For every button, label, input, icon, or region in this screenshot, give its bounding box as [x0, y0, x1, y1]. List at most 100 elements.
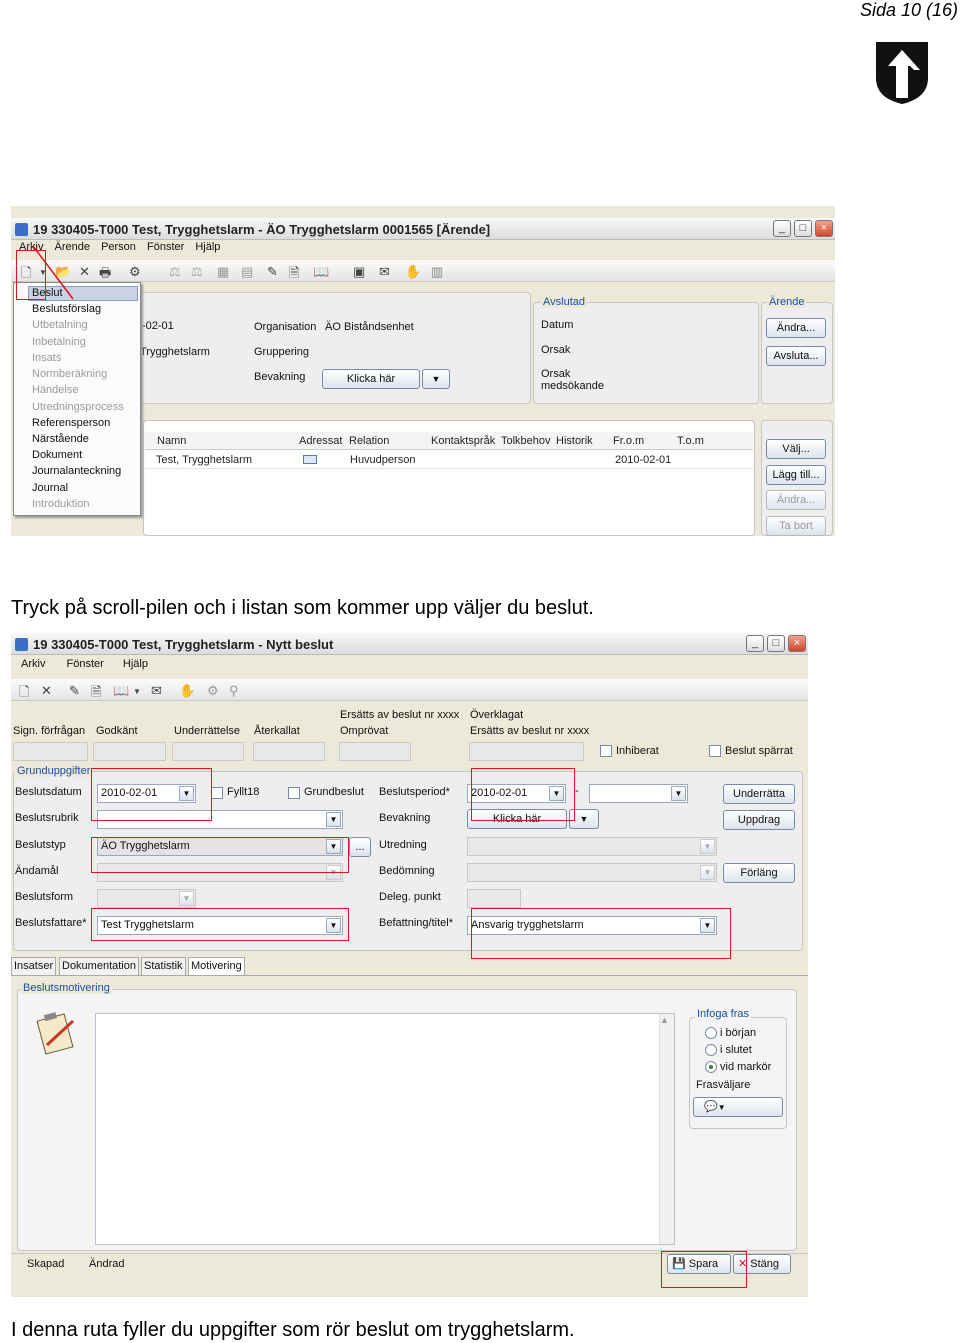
menu-item-introduktion[interactable]: Introduktion — [32, 498, 89, 510]
maximize-icon[interactable]: □ — [767, 635, 785, 652]
handshake-icon[interactable]: ✋ — [179, 683, 195, 699]
aterkallat-label: Återkallat — [254, 725, 300, 737]
ersatts-av-2-label: Ersätts av beslut nr xxxx — [470, 725, 590, 737]
app-icon — [15, 638, 28, 651]
beslutstyp-browse-button[interactable]: ... — [349, 837, 371, 857]
tab-dokumentation[interactable]: Dokumentation — [59, 957, 139, 975]
ersatts-av-2-field — [469, 742, 584, 761]
lagg-till-button[interactable]: Lägg till... — [766, 465, 826, 485]
close-icon[interactable]: × — [788, 635, 806, 652]
screenshot-arende-window: 19 330405-T000 Test, Trygghetslarm - ÄO … — [11, 206, 835, 536]
menu-item-narstaende[interactable]: Närstående — [32, 433, 89, 445]
menu-item-beslutsforslag[interactable]: Beslutsförslag — [32, 303, 101, 315]
beslut-sparrat-checkbox[interactable] — [709, 745, 721, 757]
grid-icon[interactable]: ▦ — [217, 264, 229, 280]
chevron-down-icon[interactable]: ▼ — [671, 786, 686, 801]
menu-fonster[interactable]: Fönster — [147, 241, 184, 253]
avsluta-button[interactable]: Avsluta... — [766, 346, 826, 366]
handshake-icon[interactable]: ✋ — [405, 264, 421, 280]
close-icon[interactable]: × — [815, 220, 833, 237]
envelope-icon[interactable]: ✉ — [379, 264, 390, 280]
frasvaljare-button[interactable]: 💬▼ — [693, 1097, 783, 1117]
ta-bort-button[interactable]: Ta bort — [766, 516, 826, 536]
edit-icon[interactable]: ✎ — [267, 264, 278, 280]
fyllt18-checkbox[interactable] — [211, 787, 223, 799]
chevron-down-icon[interactable]: ▼ — [700, 865, 715, 880]
menu-item-journalanteckning[interactable]: Journalanteckning — [32, 465, 121, 477]
new-document-icon[interactable]: 🗋 — [19, 683, 29, 705]
book-icon[interactable]: 📖 — [313, 264, 329, 280]
highlight-arrow — [32, 245, 74, 300]
highlight-beslutstyp — [91, 837, 349, 873]
col-adressat[interactable]: Adressat — [299, 435, 342, 447]
radio-i-borjan[interactable] — [705, 1027, 717, 1039]
textarea-scrollbar[interactable] — [659, 1014, 674, 1244]
maximize-icon[interactable]: □ — [794, 220, 812, 237]
radio-vid-markor[interactable] — [705, 1061, 717, 1073]
page-icon[interactable]: 🗎 — [91, 683, 101, 705]
window-title-2: 19 330405-T000 Test, Trygghetslarm - Nyt… — [11, 633, 808, 655]
col-namn[interactable]: Namn — [157, 435, 186, 447]
tab-statistik[interactable]: Statistik — [141, 957, 186, 975]
chevron-down-icon[interactable]: ▼ — [326, 812, 341, 827]
tools-icon[interactable]: ⚙ — [129, 264, 141, 280]
uppdrag-button[interactable]: Uppdrag — [723, 810, 795, 830]
grundbeslut-checkbox[interactable] — [288, 787, 300, 799]
menu-item-referensperson[interactable]: Referensperson — [32, 417, 110, 429]
gear-icon[interactable]: ⚙ — [207, 683, 219, 699]
col-historik[interactable]: Historik — [556, 435, 593, 447]
menu-item-journal[interactable]: Journal — [32, 482, 68, 494]
chevron-down-icon[interactable]: ▼ — [133, 687, 141, 696]
municipal-shield-logo-icon — [876, 42, 928, 104]
radio-i-slutet[interactable] — [705, 1044, 717, 1056]
menu-arkiv[interactable]: Arkiv — [21, 658, 45, 670]
scroll-up-icon[interactable]: ▲ — [660, 1015, 669, 1025]
book-icon[interactable]: 📖 — [113, 683, 129, 699]
person-icon[interactable]: ⚲ — [229, 683, 239, 699]
delete-icon[interactable]: ✕ — [41, 683, 52, 699]
orsak-medsokande-label: Orsak medsökande — [541, 368, 604, 392]
menu-hjalp[interactable]: Hjälp — [123, 658, 148, 670]
underrattelse-field — [172, 742, 244, 761]
scale-icon[interactable]: ⚖ — [169, 264, 181, 280]
klicka-har-button[interactable]: Klicka här — [322, 369, 420, 389]
forlang-button[interactable]: Förläng — [723, 863, 795, 883]
andra-disabled-button[interactable]: Ändra... — [766, 490, 826, 510]
col-tolkbehov[interactable]: Tolkbehov — [501, 435, 551, 447]
valj-button[interactable]: Välj... — [766, 439, 826, 459]
tab-motivering[interactable]: Motivering — [188, 957, 245, 975]
list-icon[interactable]: ▤ — [241, 264, 253, 280]
beslutsperiod-to-field[interactable]: ▼ — [589, 784, 688, 803]
menu-item-normberakning[interactable]: Normberäkning — [32, 368, 107, 380]
col-tom[interactable]: T.o.m — [677, 435, 704, 447]
chevron-down-icon[interactable]: ▼ — [179, 891, 194, 906]
minimize-icon[interactable]: _ — [746, 635, 764, 652]
andra-button[interactable]: Ändra... — [766, 318, 826, 338]
beslutsdatum-label: Beslutsdatum — [15, 786, 82, 798]
minimize-icon[interactable]: _ — [773, 220, 791, 237]
col-relation[interactable]: Relation — [349, 435, 389, 447]
motivering-textarea[interactable] — [95, 1013, 675, 1245]
menu-item-utbetalning[interactable]: Utbetalning — [32, 319, 88, 331]
menu-item-utredningsprocess[interactable]: Utredningsprocess — [32, 401, 124, 413]
scale2-icon[interactable]: ⚖ — [191, 264, 203, 280]
menu-item-handelse[interactable]: Händelse — [32, 384, 78, 396]
edit-icon[interactable]: ✎ — [69, 683, 80, 699]
tab-insatser[interactable]: Insatser — [11, 957, 57, 975]
menu-person[interactable]: Person — [101, 241, 136, 253]
window-icon[interactable]: ▣ — [353, 264, 365, 280]
chevron-down-icon[interactable]: ▼ — [700, 839, 715, 854]
envelope-icon[interactable]: ✉ — [151, 683, 162, 699]
menu-hjalp[interactable]: Hjälp — [195, 241, 220, 253]
inhiberat-checkbox[interactable] — [600, 745, 612, 757]
chevron-down-icon[interactable]: ▼ — [422, 369, 450, 389]
col-from[interactable]: Fr.o.m — [613, 435, 644, 447]
menu-item-insats[interactable]: Insats — [32, 352, 61, 364]
underratta-button[interactable]: Underrätta — [723, 784, 795, 804]
panel-icon[interactable]: ▥ — [431, 264, 443, 280]
menu-item-dokument[interactable]: Dokument — [32, 449, 82, 461]
col-kontaktsprak[interactable]: Kontaktspråk — [431, 435, 495, 447]
menu-fonster[interactable]: Fönster — [67, 658, 104, 670]
page-icon[interactable]: 🗎 — [289, 264, 299, 286]
menu-item-inbetalning[interactable]: Inbetalning — [32, 336, 86, 348]
